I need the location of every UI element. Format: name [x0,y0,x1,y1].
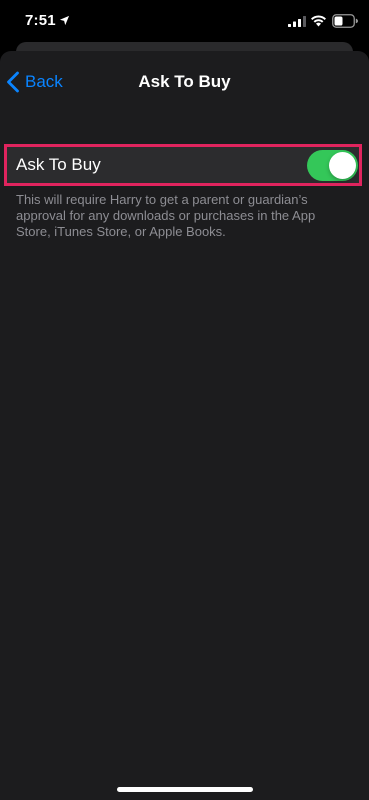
battery-icon [332,14,358,28]
home-indicator[interactable] [117,787,253,792]
highlight-box [4,144,362,186]
navigation-bar: Back Ask To Buy [0,51,369,109]
location-arrow-icon [59,15,70,26]
settings-sheet: Back Ask To Buy Ask To Buy This will req… [0,51,369,800]
wifi-icon [311,15,326,27]
page-title: Ask To Buy [138,72,231,91]
cellular-signal-icon [288,16,306,27]
status-bar: 7:51 [0,0,369,44]
status-time: 7:51 [25,12,56,29]
screen: 7:51 Back Ask To Buy Ask To Buy This wil… [0,0,369,800]
ask-to-buy-description: This will require Harry to get a parent … [16,192,316,239]
